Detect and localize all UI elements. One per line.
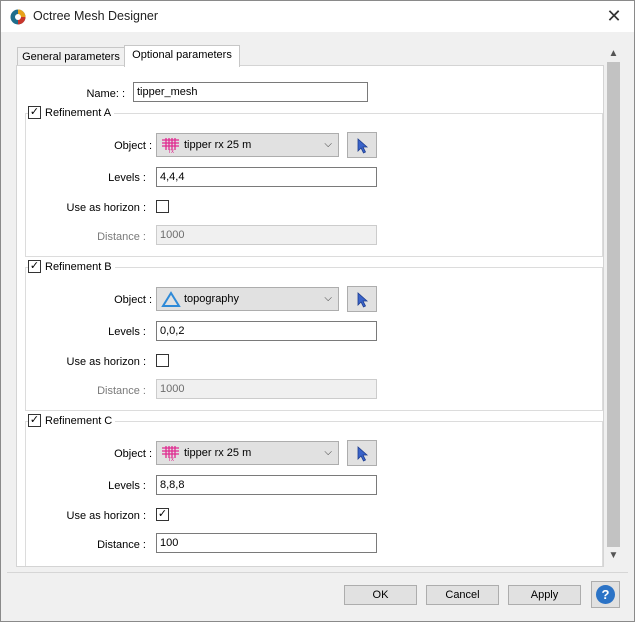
refinement-b-levels-label: Levels : xyxy=(108,326,146,338)
refinement-a-title: Refinement A xyxy=(45,106,112,119)
refinement-c-object-label: Object : xyxy=(114,448,152,460)
refinement-a-horizon-checkbox[interactable] xyxy=(156,200,169,213)
app-logo-icon xyxy=(10,9,26,25)
refinement-b-object-value: topography xyxy=(184,293,240,305)
refinement-b-title: Refinement B xyxy=(45,260,112,273)
chevron-down-icon: ⌵ xyxy=(324,447,332,458)
refinement-b-distance-input: 1000 xyxy=(156,379,377,399)
title-bar: Octree Mesh Designer ✕ xyxy=(1,1,634,32)
refinement-b-checkbox[interactable]: ✓ xyxy=(28,260,41,273)
name-label: Name: : xyxy=(86,88,125,100)
cursor-arrow-icon xyxy=(357,138,369,154)
refinement-c-title: Refinement C xyxy=(45,414,113,427)
chevron-down-icon: ⌵ xyxy=(324,139,332,150)
refinement-a-distance-label: Distance : xyxy=(97,231,146,243)
tipper-rx-icon: rx xyxy=(162,446,179,462)
window-title: Octree Mesh Designer xyxy=(33,9,159,23)
refinement-b-object-select[interactable]: topography ⌵ xyxy=(156,287,339,311)
cursor-arrow-icon xyxy=(357,446,369,462)
help-button[interactable]: ? xyxy=(591,581,620,608)
refinement-a-header: ✓ Refinement A xyxy=(28,106,115,119)
refinement-b-header: ✓ Refinement B xyxy=(28,260,115,273)
footer-divider xyxy=(7,572,628,573)
refinement-a-levels-label: Levels : xyxy=(108,172,146,184)
refinement-a-object-label: Object : xyxy=(114,140,152,152)
tab-general-parameters[interactable]: General parameters xyxy=(17,47,125,66)
refinement-b-group: ✓ Refinement B Object : topography ⌵ Lev… xyxy=(25,260,603,411)
ok-button[interactable]: OK xyxy=(344,585,417,605)
scrollbar-thumb[interactable] xyxy=(607,62,620,547)
refinement-b-object-label: Object : xyxy=(114,294,152,306)
refinement-c-pick-button[interactable] xyxy=(347,440,377,466)
vertical-scrollbar[interactable]: ▲ ▼ xyxy=(605,45,622,564)
tipper-rx-icon: rx xyxy=(162,138,179,154)
refinement-a-group: ✓ Refinement A Object : rx tipper rx 25 … xyxy=(25,106,603,257)
svg-text:rx: rx xyxy=(169,457,174,462)
checkmark-icon: ✓ xyxy=(29,414,40,426)
checkmark-icon: ✓ xyxy=(29,106,40,118)
cursor-arrow-icon xyxy=(357,292,369,308)
refinement-a-horizon-label: Use as horizon : xyxy=(66,202,146,214)
refinement-a-levels-input[interactable]: 4,4,4 xyxy=(156,167,377,187)
refinement-a-pick-button[interactable] xyxy=(347,132,377,158)
svg-text:rx: rx xyxy=(169,149,174,154)
dialog-window: Octree Mesh Designer ✕ General parameter… xyxy=(0,0,635,622)
help-icon: ? xyxy=(596,585,615,604)
refinement-c-horizon-checkbox[interactable]: ✓ xyxy=(156,508,169,521)
refinement-c-horizon-label: Use as horizon : xyxy=(66,510,146,522)
name-input[interactable]: tipper_mesh xyxy=(133,82,368,102)
refinement-c-levels-label: Levels : xyxy=(108,480,146,492)
apply-button[interactable]: Apply xyxy=(508,585,581,605)
scroll-down-arrow-icon[interactable]: ▼ xyxy=(605,547,622,564)
refinement-a-checkbox[interactable]: ✓ xyxy=(28,106,41,119)
refinement-c-group: ✓ Refinement C Object : rx tipper rx 25 … xyxy=(25,414,603,566)
refinement-b-horizon-checkbox[interactable] xyxy=(156,354,169,367)
refinement-c-distance-label: Distance : xyxy=(97,539,146,551)
optional-parameters-panel: Name: : tipper_mesh ✓ Refinement A Objec… xyxy=(16,65,604,567)
close-button[interactable]: ✕ xyxy=(594,1,634,32)
refinement-c-object-select[interactable]: rx tipper rx 25 m ⌵ xyxy=(156,441,339,465)
refinement-c-checkbox[interactable]: ✓ xyxy=(28,414,41,427)
tab-optional-parameters[interactable]: Optional parameters xyxy=(124,45,240,67)
checkmark-icon: ✓ xyxy=(157,508,168,520)
refinement-b-pick-button[interactable] xyxy=(347,286,377,312)
refinement-c-distance-input[interactable]: 100 xyxy=(156,533,377,553)
refinement-c-object-value: tipper rx 25 m xyxy=(184,447,252,459)
refinement-b-distance-label: Distance : xyxy=(97,385,146,397)
refinement-a-object-select[interactable]: rx tipper rx 25 m ⌵ xyxy=(156,133,339,157)
refinement-c-levels-input[interactable]: 8,8,8 xyxy=(156,475,377,495)
refinement-a-object-value: tipper rx 25 m xyxy=(184,139,252,151)
cancel-button[interactable]: Cancel xyxy=(426,585,499,605)
refinement-a-distance-input: 1000 xyxy=(156,225,377,245)
scroll-up-arrow-icon[interactable]: ▲ xyxy=(605,45,622,62)
topography-icon xyxy=(161,291,181,307)
refinement-b-horizon-label: Use as horizon : xyxy=(66,356,146,368)
chevron-down-icon: ⌵ xyxy=(324,293,332,304)
checkmark-icon: ✓ xyxy=(29,260,40,272)
refinement-c-header: ✓ Refinement C xyxy=(28,414,116,427)
close-icon: ✕ xyxy=(606,6,622,26)
refinement-b-levels-input[interactable]: 0,0,2 xyxy=(156,321,377,341)
